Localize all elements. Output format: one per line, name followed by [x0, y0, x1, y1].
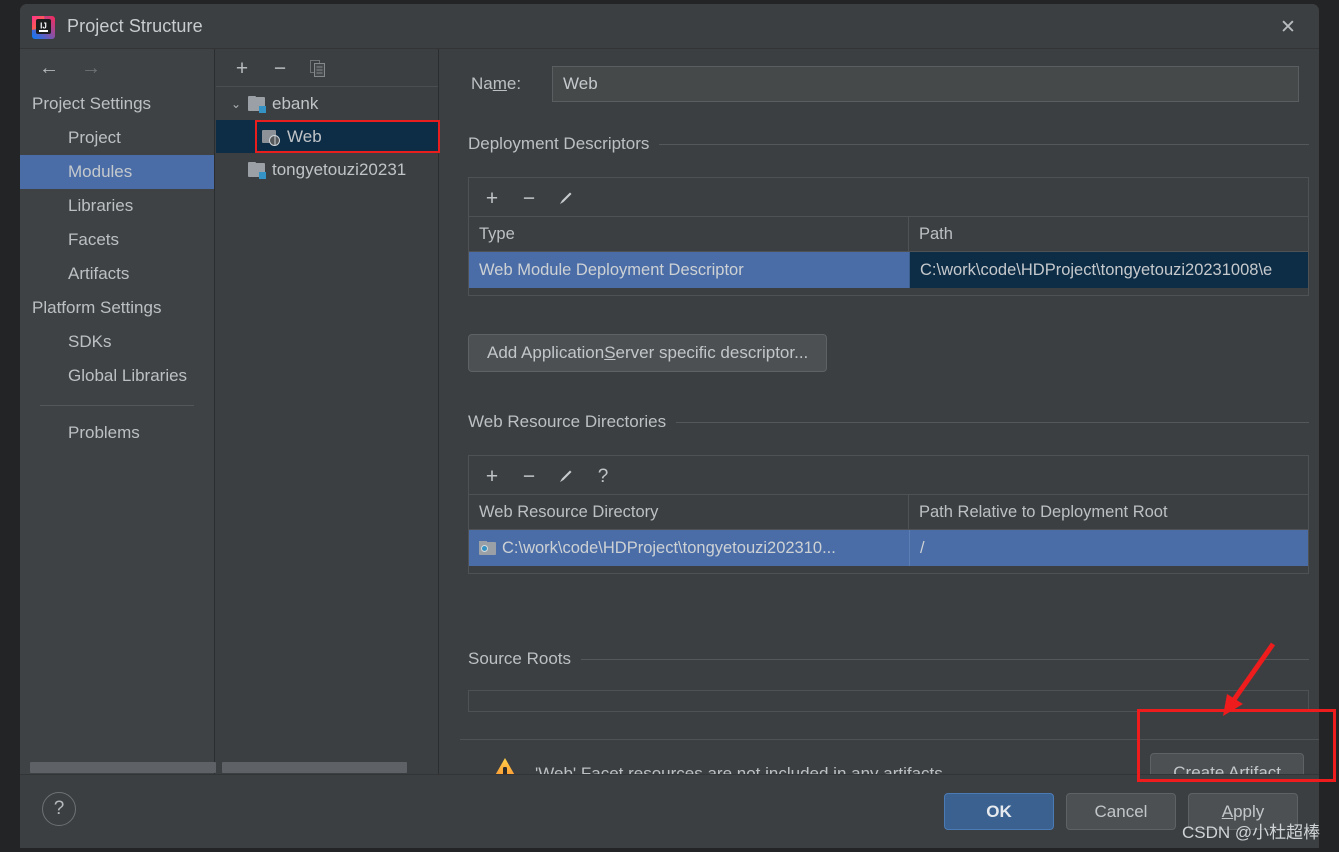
- tree-label-tongyetouzi: tongyetouzi20231: [272, 159, 407, 179]
- dialog-button-bar: ? OK Cancel Apply: [20, 774, 1319, 848]
- web-highlight-annotation: [255, 120, 440, 153]
- sidebar-item-list: Project Settings Project Modules Librari…: [20, 87, 214, 774]
- sidebar-hscrollbar[interactable]: [30, 762, 216, 773]
- wrd-remove-icon[interactable]: −: [517, 464, 541, 488]
- close-icon[interactable]: ✕: [1265, 12, 1311, 42]
- add-app-server-descriptor-button[interactable]: Add Application Server specific descript…: [468, 334, 828, 372]
- screen: IJ Project Structure ✕ ← → Project Setti…: [0, 0, 1339, 852]
- module-name-input[interactable]: [552, 66, 1299, 102]
- dd-cell-path[interactable]: C:\work\code\HDProject\tongyetouzi202310…: [909, 252, 1308, 288]
- source-roots-title: Source Roots: [468, 649, 581, 669]
- sidebar-divider: [40, 405, 194, 406]
- module-tree-panel: + − ⌄ ebank Web tongyetouzi20231: [216, 49, 440, 774]
- sidebar-item-project[interactable]: Project: [20, 121, 214, 155]
- svg-text:IJ: IJ: [40, 22, 47, 31]
- facet-warning-message: 'Web' Facet resources are not included i…: [535, 764, 943, 774]
- folder-module-icon: [248, 162, 266, 179]
- warning-triangle-icon: [488, 756, 522, 774]
- module-settings-panel: Name: Deployment Descriptors + −: [440, 49, 1319, 774]
- web-resource-directories-title: Web Resource Directories: [468, 412, 677, 432]
- sidebar-item-problems[interactable]: Problems: [20, 416, 214, 450]
- web-facet-icon: [262, 129, 280, 146]
- back-arrow-icon[interactable]: ←: [36, 57, 62, 79]
- sidebar-item-modules[interactable]: Modules: [20, 155, 214, 189]
- source-folder-icon: [479, 541, 496, 555]
- tree-hscrollbar[interactable]: [222, 762, 430, 773]
- dd-header-row: Type Path: [469, 217, 1308, 252]
- remove-module-icon[interactable]: −: [268, 56, 292, 80]
- forward-arrow-icon[interactable]: →: [78, 57, 104, 79]
- wrd-col-directory[interactable]: Web Resource Directory: [469, 495, 909, 529]
- copy-module-icon[interactable]: [306, 56, 330, 80]
- tree-row-ebank[interactable]: ⌄ ebank: [216, 87, 438, 120]
- sidebar-item-facets[interactable]: Facets: [20, 223, 214, 257]
- tree-label-web: Web: [287, 126, 322, 146]
- wrd-header-row: Web Resource Directory Path Relative to …: [469, 495, 1308, 530]
- sidebar-item-sdks[interactable]: SDKs: [20, 325, 214, 359]
- wrd-col-relative-path[interactable]: Path Relative to Deployment Root: [909, 495, 1308, 529]
- dd-edit-icon[interactable]: [554, 186, 578, 210]
- sidebar-item-artifacts[interactable]: Artifacts: [20, 257, 214, 291]
- wrd-help-icon[interactable]: ?: [591, 464, 615, 488]
- wrd-directory-text: C:\work\code\HDProject\tongyetouzi202310…: [502, 538, 836, 557]
- sidebar-group-project-settings: Project Settings: [32, 94, 152, 113]
- table-row[interactable]: C:\work\code\HDProject\tongyetouzi202310…: [469, 530, 1308, 566]
- module-name-row: Name:: [440, 66, 1309, 102]
- project-structure-dialog: IJ Project Structure ✕ ← → Project Setti…: [20, 4, 1319, 848]
- add-module-icon[interactable]: +: [230, 56, 254, 80]
- settings-sidebar: ← → Project Settings Project Modules Lib…: [20, 49, 216, 774]
- wrd-add-icon[interactable]: +: [480, 464, 504, 488]
- source-roots-rule: [468, 659, 1309, 660]
- source-roots-field[interactable]: [468, 690, 1309, 712]
- wrd-toolbar: + − ?: [469, 456, 1308, 495]
- folder-module-icon: [248, 96, 266, 113]
- module-tree-toolbar: + −: [216, 49, 438, 87]
- wrd-edit-icon[interactable]: [554, 464, 578, 488]
- dd-remove-icon[interactable]: −: [517, 186, 541, 210]
- dd-cell-type[interactable]: Web Module Deployment Descriptor: [469, 252, 909, 288]
- dd-col-path[interactable]: Path: [909, 217, 1308, 251]
- module-tree: ⌄ ebank Web tongyetouzi20231: [216, 87, 440, 774]
- dd-toolbar: + −: [469, 178, 1308, 217]
- facet-warning-bar: 'Web' Facet resources are not included i…: [460, 739, 1319, 774]
- sidebar-group-platform-settings: Platform Settings: [32, 298, 162, 317]
- create-artifact-button[interactable]: Create Arti f act: [1150, 753, 1304, 774]
- wrd-cell-relative-path[interactable]: /: [909, 530, 1308, 566]
- chevron-down-icon[interactable]: ⌄: [224, 97, 248, 111]
- tree-row-web[interactable]: Web: [216, 120, 440, 153]
- dd-col-type[interactable]: Type: [469, 217, 909, 251]
- title-bar: IJ Project Structure ✕: [20, 4, 1319, 49]
- sidebar-item-global-libraries[interactable]: Global Libraries: [20, 359, 214, 393]
- deployment-descriptors-table: + − Type Path Web Module Deployment Desc…: [468, 177, 1309, 296]
- table-row[interactable]: Web Module Deployment Descriptor C:\work…: [469, 252, 1308, 288]
- wrd-cell-directory[interactable]: C:\work\code\HDProject\tongyetouzi202310…: [469, 530, 909, 566]
- tree-label-ebank: ebank: [272, 93, 319, 113]
- cancel-button[interactable]: Cancel: [1066, 793, 1176, 830]
- intellij-idea-logo-icon: IJ: [32, 16, 55, 39]
- web-resource-directories-table: + − ? Web Resource Directory Path Relati…: [468, 455, 1309, 574]
- dd-add-icon[interactable]: +: [480, 186, 504, 210]
- deployment-descriptors-title: Deployment Descriptors: [468, 134, 660, 154]
- window-title: Project Structure: [67, 16, 203, 36]
- name-label: Name:: [471, 74, 522, 93]
- csdn-watermark: CSDN @小杜超棒: [1182, 823, 1321, 842]
- sidebar-item-libraries[interactable]: Libraries: [20, 189, 214, 223]
- tree-row-tongyetouzi[interactable]: tongyetouzi20231: [216, 153, 438, 186]
- ok-button[interactable]: OK: [944, 793, 1054, 830]
- sidebar-nav: ← →: [20, 49, 214, 87]
- help-icon[interactable]: ?: [42, 792, 76, 826]
